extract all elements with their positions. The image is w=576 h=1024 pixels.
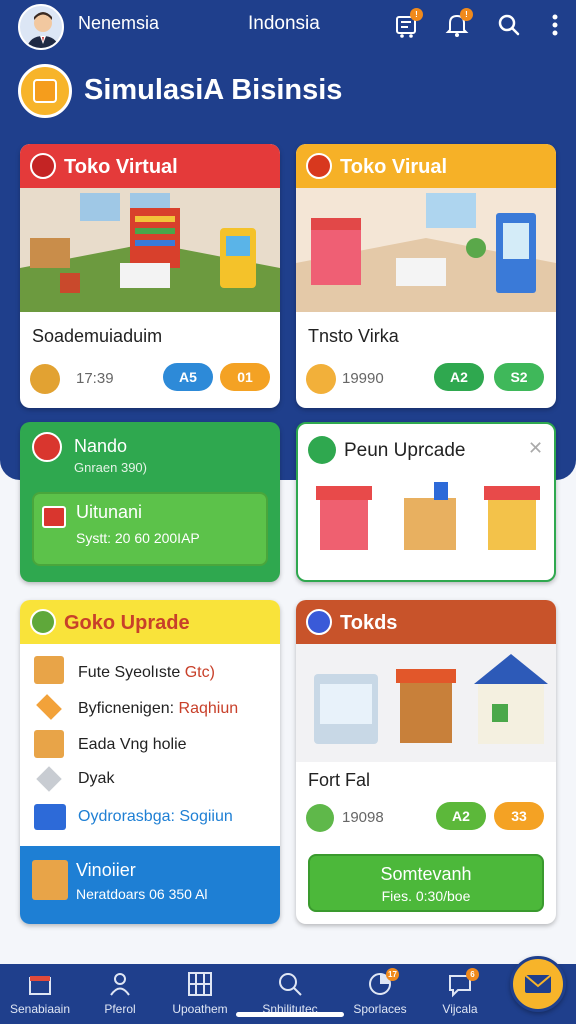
- upgrade-item: Byficnenigen: Raqhiun: [78, 700, 239, 717]
- user-avatar-icon: [26, 12, 60, 48]
- close-icon[interactable]: ✕: [528, 438, 543, 459]
- ticket-icon: [42, 506, 66, 528]
- tag-icon: [36, 694, 62, 720]
- button-subtitle: Fies. 0:30/boe: [381, 888, 471, 904]
- card-subtitle: Gnraen 390): [74, 460, 147, 475]
- nav-label: Vijcala: [442, 1002, 478, 1016]
- pill-s2[interactable]: S2: [494, 363, 544, 391]
- nav-item-vijcala[interactable]: 6 Vijcala: [420, 964, 500, 1024]
- envelope-icon: [524, 974, 552, 993]
- nav-label: Pferol: [104, 1002, 136, 1016]
- button-subtitle: Systt: 20 60 200IAP: [76, 530, 200, 546]
- region-label[interactable]: Indonsia: [248, 13, 320, 35]
- toko-virtual-card[interactable]: Toko Virtual Soademuiaduim 17:39 A5 01: [20, 144, 280, 408]
- more-icon[interactable]: [544, 10, 566, 40]
- nav-label: Upoathem: [172, 1002, 228, 1016]
- nando-action-button[interactable]: Uitunani Systt: 20 60 200IAP: [32, 492, 268, 566]
- store-time: 17:39: [76, 370, 114, 387]
- upgrade-item: Dyak: [78, 770, 115, 787]
- nav-item-pferol[interactable]: Pferol: [80, 964, 160, 1024]
- store-scene-image: [296, 188, 556, 312]
- bell-icon[interactable]: !: [442, 8, 473, 40]
- shop-stat: 19098: [342, 809, 384, 826]
- shop-name: Fort Fal: [308, 770, 371, 790]
- box-icon: [33, 79, 57, 103]
- card-header: Toko Virual: [296, 144, 556, 188]
- toko-virual-card[interactable]: Toko Virual Tnsto Virka 19990 A2 S2: [296, 144, 556, 408]
- person-icon: [110, 973, 130, 996]
- card-title: Peun Uprcade: [344, 440, 466, 461]
- upgrade-card[interactable]: Peun Uprcade ✕: [296, 422, 556, 582]
- tools-icon: [306, 364, 336, 394]
- store-icon: [306, 153, 332, 179]
- user-name[interactable]: Nenemsia: [78, 13, 159, 34]
- card-header: Tokds: [296, 600, 556, 644]
- heart-icon: [32, 432, 62, 462]
- store-name: Tnsto Virka: [308, 326, 399, 346]
- goko-upgrade-card[interactable]: Goko Uprade Fute Syeolıste Gtc) Byficnen…: [20, 600, 280, 924]
- card-title: Toko Virtual: [64, 156, 178, 178]
- pill-a5[interactable]: A5: [163, 363, 213, 391]
- app-header: Nenemsia Indonsia ! !: [0, 0, 576, 52]
- pill-01[interactable]: 01: [220, 363, 270, 391]
- search-icon[interactable]: [494, 10, 524, 40]
- floating-action-button[interactable]: [510, 956, 566, 1012]
- action-button[interactable]: Somtevanh Fies. 0:30/boe: [308, 854, 544, 912]
- nav-item-senabiaain[interactable]: Senabiaain: [0, 964, 80, 1024]
- shop-icon: [29, 976, 51, 995]
- nav-label: Sporlaces: [353, 1002, 407, 1016]
- card-header: Toko Virtual: [20, 144, 280, 188]
- bell-badge: !: [460, 8, 473, 21]
- nav-badge: 17: [386, 968, 399, 981]
- store-scene-image: [20, 188, 280, 312]
- percent-icon: [306, 804, 334, 832]
- vinoiier-footer[interactable]: Vinoiier Neratdoars 06 350 Al: [20, 846, 280, 924]
- store-stat: 19990: [342, 370, 384, 387]
- notify-badge: !: [410, 8, 423, 21]
- nav-label: Senabiaain: [9, 1002, 71, 1016]
- card-title: Toko Virual: [340, 156, 448, 178]
- boxes-icon: [32, 860, 68, 900]
- footer-subtitle: Neratdoars 06 350 Al: [76, 886, 208, 902]
- card-title: Tokds: [340, 612, 398, 634]
- card-title: Goko Uprade: [64, 612, 190, 634]
- grid-icon: [188, 972, 212, 996]
- leaf-icon: [30, 609, 56, 635]
- button-title: Uitunani: [76, 502, 143, 522]
- pill-a2[interactable]: A2: [436, 802, 486, 830]
- footer-title: Vinoiier: [76, 860, 136, 880]
- home-indicator: [236, 1012, 344, 1017]
- pill-33[interactable]: 33: [494, 802, 544, 830]
- upgrade-items-image: [316, 482, 540, 550]
- avatar[interactable]: [18, 4, 64, 50]
- check-icon: [308, 436, 336, 464]
- shop-notify-icon[interactable]: !: [392, 8, 423, 40]
- store-name: Soademuiaduim: [32, 326, 163, 346]
- nav-item-sporlaces[interactable]: 17 Sporlaces: [340, 964, 420, 1024]
- page-title: SimulasiA Bisinsis: [84, 74, 343, 106]
- crate-icon: [30, 364, 60, 394]
- app-logo: [18, 64, 72, 118]
- card-header: Goko Uprade: [20, 600, 280, 644]
- shops-image: [296, 644, 556, 762]
- check-icon: [306, 609, 332, 635]
- search-icon: [279, 973, 302, 996]
- diamond-icon: [36, 766, 62, 792]
- upgrade-item: Fute Syeolıste Gtc): [78, 664, 215, 681]
- box-icon: [34, 730, 64, 758]
- store-icon: [30, 153, 56, 179]
- card-title: Nando: [74, 436, 128, 456]
- upgrade-item: Eada Vng holie: [78, 736, 187, 753]
- button-title: Somtevanh: [380, 864, 472, 884]
- crate-icon: [34, 804, 66, 830]
- nando-card[interactable]: Nando Gnraen 390) Uitunani Systt: 20 60 …: [20, 422, 280, 582]
- nav-badge: 6: [466, 968, 479, 981]
- pill-a2[interactable]: A2: [434, 363, 484, 391]
- tokds-card[interactable]: Tokds Fort Fal 19098 A2 33 Somtevanh Fie…: [296, 600, 556, 924]
- upgrade-item: Oydrorasbga: Sogiiun: [78, 808, 233, 825]
- box-icon: [34, 656, 64, 684]
- nav-item-upoathem[interactable]: Upoathem: [160, 964, 240, 1024]
